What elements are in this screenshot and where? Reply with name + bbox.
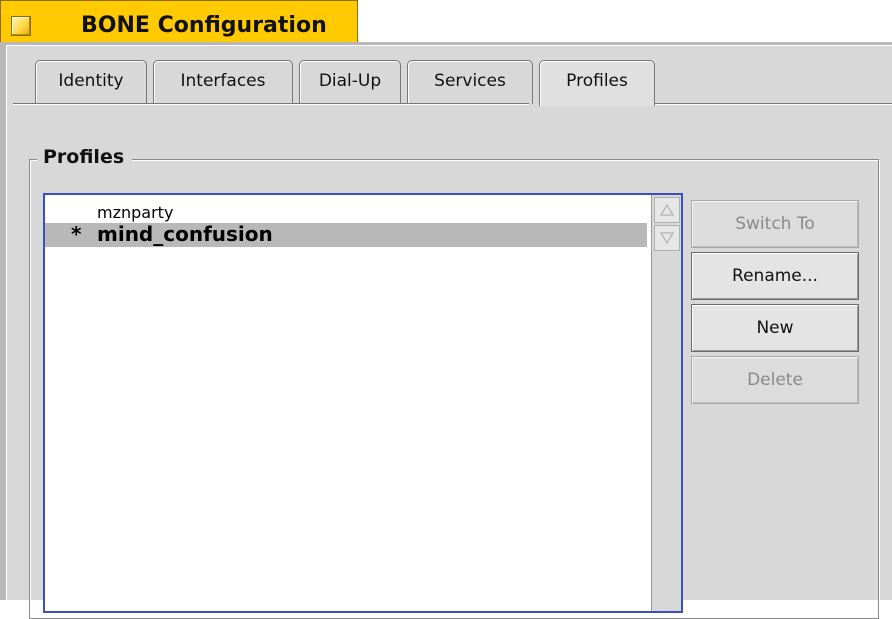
list-item-selected[interactable]: * mind_confusion — [45, 222, 647, 247]
tab-dial-up[interactable]: Dial-Up — [299, 60, 401, 104]
triangle-up-icon — [660, 204, 674, 216]
tab-interfaces[interactable]: Interfaces — [153, 60, 293, 104]
close-box-icon[interactable] — [11, 16, 31, 36]
triangle-down-icon — [660, 232, 674, 244]
window-title-tab[interactable]: BONE Configuration — [0, 0, 358, 42]
scroll-down-button[interactable] — [654, 225, 680, 251]
tab-profiles[interactable]: Profiles — [539, 60, 655, 106]
tab-identity[interactable]: Identity — [35, 60, 147, 104]
window-title: BONE Configuration — [81, 13, 327, 38]
profiles-group-label: Profiles — [37, 146, 133, 168]
tab-divider-highlight-right — [655, 104, 892, 105]
new-button[interactable]: New — [691, 304, 859, 352]
vertical-scrollbar[interactable] — [651, 195, 681, 611]
profile-name: mind_confusion — [97, 222, 273, 246]
window-content: Identity Interfaces Dial-Up Services Pro… — [6, 45, 892, 619]
tab-services[interactable]: Services — [407, 60, 533, 104]
scroll-up-button[interactable] — [654, 197, 680, 223]
delete-button[interactable]: Delete — [691, 356, 859, 404]
current-marker: * — [71, 222, 82, 246]
profiles-list[interactable]: mznparty * mind_confusion — [43, 193, 683, 613]
profile-name: mznparty — [97, 203, 174, 222]
window-body: Identity Interfaces Dial-Up Services Pro… — [0, 42, 892, 619]
rename-button[interactable]: Rename... — [691, 252, 859, 300]
switch-to-button[interactable]: Switch To — [691, 200, 859, 248]
tab-divider-highlight — [13, 104, 529, 105]
